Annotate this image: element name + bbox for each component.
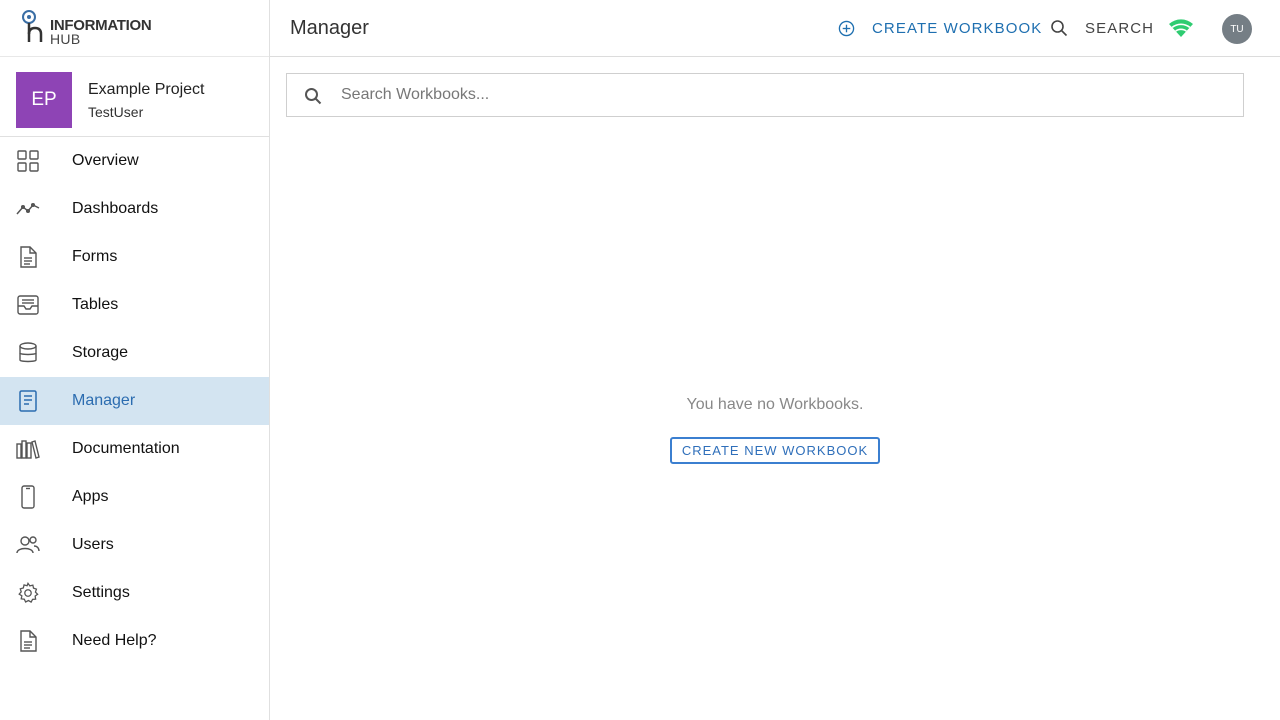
sidebar-item-label: Dashboards [72,200,159,217]
sidebar-item-label: Apps [72,488,109,505]
document-icon [16,245,40,269]
sidebar-item-label: Forms [72,248,118,265]
project-user: TestUser [88,104,144,120]
user-avatar[interactable]: TU [1222,14,1252,44]
sidebar-item-label: Overview [72,152,139,169]
sidebar-item-label: Settings [72,584,130,601]
line-chart-icon [16,197,40,221]
create-workbook-label: CREATE WORKBOOK [872,19,1043,37]
sidebar-nav: Overview Dashboards Forms Tables Storage… [0,137,269,665]
empty-state-message: You have no Workbooks. [686,396,864,413]
books-icon [16,437,40,461]
gear-icon [16,581,40,605]
sidebar-item-dashboards[interactable]: Dashboards [0,185,269,233]
search-icon [1051,20,1068,37]
page-title: Manager [290,17,369,39]
search-icon [305,88,322,105]
sidebar-item-forms[interactable]: Forms [0,233,269,281]
grid-icon [16,149,40,173]
app-logo[interactable]: INFORMATION HUB [20,8,160,48]
sidebar-item-settings[interactable]: Settings [0,569,269,617]
create-new-workbook-button[interactable]: CREATE NEW WORKBOOK [670,437,880,464]
project-badge: EP [16,72,72,128]
wifi-status-icon [1168,17,1194,44]
help-document-icon [16,629,40,653]
phone-icon [16,485,40,509]
sidebar-item-tables[interactable]: Tables [0,281,269,329]
sidebar-item-users[interactable]: Users [0,521,269,569]
top-bar: Manager CREATE WORKBOOK SEARCH TU [270,0,1280,57]
users-icon [16,533,40,557]
search-button[interactable]: SEARCH [1050,17,1154,39]
wifi-icon [1169,19,1193,37]
create-workbook-button[interactable]: CREATE WORKBOOK [838,17,1042,39]
sidebar: INFORMATION HUB EP Example Project TestU… [0,0,270,720]
plus-circle-icon [838,20,855,36]
database-icon [16,341,40,365]
sidebar-item-label: Storage [72,344,129,361]
logo-mark-icon [22,10,43,42]
search-input[interactable] [341,74,1231,116]
sidebar-item-documentation[interactable]: Documentation [0,425,269,473]
sidebar-item-apps[interactable]: Apps [0,473,269,521]
sidebar-item-label: Manager [72,392,136,409]
sidebar-item-label: Documentation [72,440,180,457]
sidebar-item-help[interactable]: Need Help? [0,617,269,665]
logo-text-line2: HUB [50,31,81,47]
sidebar-item-storage[interactable]: Storage [0,329,269,377]
search-label: SEARCH [1085,19,1155,37]
notebook-icon [16,389,40,413]
sidebar-item-label: Tables [72,296,119,313]
sidebar-item-label: Need Help? [72,632,157,649]
sidebar-item-manager[interactable]: Manager [0,377,269,425]
sidebar-item-overview[interactable]: Overview [0,137,269,185]
workbook-search-box [286,73,1244,117]
project-name: Example Project [88,81,205,98]
inbox-icon [16,293,40,317]
sidebar-item-label: Users [72,536,114,553]
project-switcher[interactable]: EP Example Project TestUser [0,56,269,137]
